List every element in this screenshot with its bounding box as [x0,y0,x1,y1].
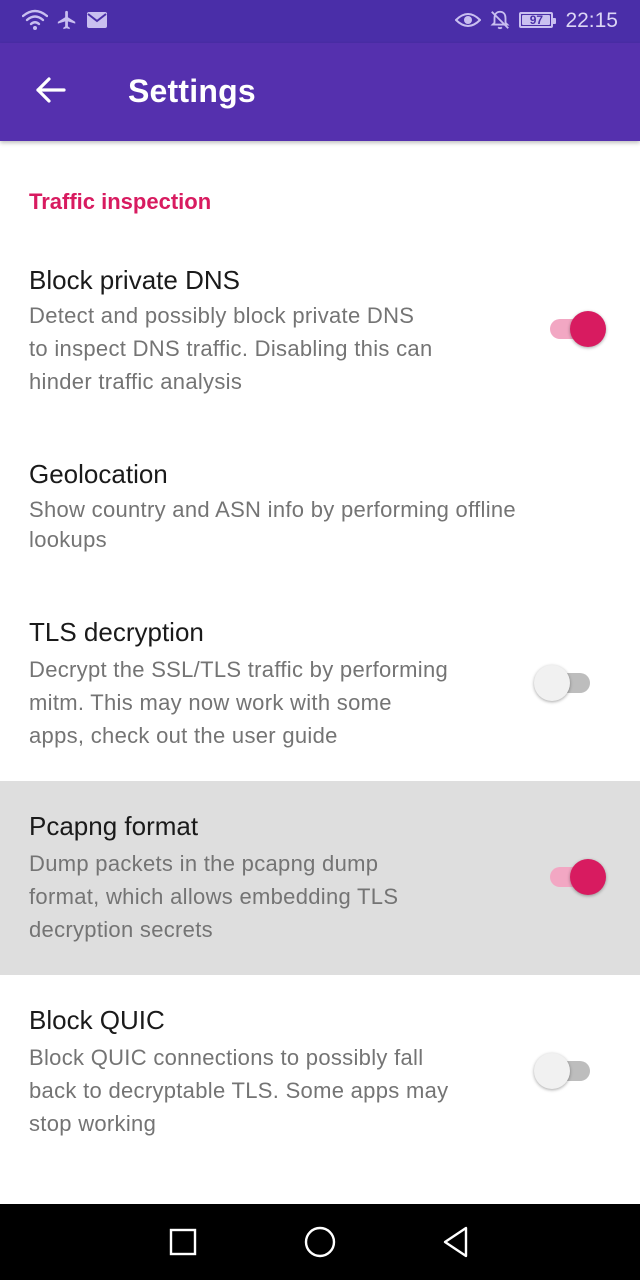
section-header-traffic-inspection: Traffic inspection [29,189,212,214]
tls-decryption-switch[interactable] [534,665,592,701]
pref-block-quic[interactable]: Block QUIC Block QUIC connections to pos… [0,975,640,1169]
app-bar: Settings [0,43,640,141]
pref-summary: Show country and ASN info by performing … [29,495,516,555]
summary-line: back to decryptable TLS. Some apps may [29,1078,449,1103]
summary-line: to inspect DNS traffic. Disabling this c… [29,336,433,361]
recents-square-icon [169,1228,197,1261]
pref-title: Pcapng format [29,811,199,841]
pref-geolocation[interactable]: Geolocation Show country and ASN info by… [0,431,640,589]
status-bar: 97 22:15 [0,0,640,43]
summary-line: Block QUIC connections to possibly fall [29,1045,424,1070]
back-triangle-icon [442,1226,470,1263]
pref-title: Geolocation [29,459,168,489]
summary-line: apps, check out the user guide [29,723,338,748]
pref-tls-decryption[interactable]: TLS decryption Decrypt the SSL/TLS traff… [0,589,640,781]
block-private-dns-switch[interactable] [548,311,606,347]
summary-line: Show country and ASN info by performing … [29,497,516,522]
settings-list: Traffic inspection Block private DNS Det… [0,141,640,1204]
airplane-icon [56,9,78,31]
summary-line: mitm. This may now work with some [29,690,392,715]
status-time: 22:15 [565,8,618,32]
page-title: Settings [128,73,256,109]
recents-button[interactable] [163,1224,203,1264]
mail-icon [86,11,108,29]
summary-line: format, which allows embedding TLS [29,884,399,909]
pref-summary: Block QUIC connections to possibly fall … [29,1041,448,1140]
navigation-bar [0,1204,640,1280]
nav-back-button[interactable] [436,1224,476,1264]
summary-line: stop working [29,1111,157,1136]
summary-line: Decrypt the SSL/TLS traffic by performin… [29,657,449,682]
pref-pcapng-format[interactable]: Pcapng format Dump packets in the pcapng… [0,781,640,975]
home-button[interactable] [300,1224,340,1264]
pref-title: Block private DNS [29,265,240,295]
back-button[interactable] [22,69,78,115]
home-circle-icon [304,1226,336,1263]
pref-block-private-dns[interactable]: Block private DNS Detect and possibly bl… [0,237,640,431]
pref-summary: Detect and possibly block private DNS to… [29,299,432,398]
block-quic-switch[interactable] [534,1053,592,1089]
pref-summary: Decrypt the SSL/TLS traffic by performin… [29,653,448,752]
notifications-off-icon [489,9,511,31]
summary-line: Dump packets in the pcapng dump [29,851,379,876]
pref-summary: Dump packets in the pcapng dump format, … [29,847,398,946]
pref-title: Block QUIC [29,1005,165,1035]
summary-line: decryption secrets [29,917,213,942]
wifi-icon [22,9,48,31]
eye-icon [455,11,482,29]
summary-line: Detect and possibly block private DNS [29,303,415,328]
battery-level: 97 [529,13,544,27]
battery-icon: 97 [519,12,557,28]
pcapng-format-switch[interactable] [548,859,606,895]
pref-title: TLS decryption [29,617,204,647]
summary-line: lookups [29,527,107,552]
status-right-icons: 97 22:15 [455,9,618,31]
summary-line: hinder traffic analysis [29,369,243,394]
arrow-back-icon [34,76,66,109]
status-left-icons [22,9,108,31]
